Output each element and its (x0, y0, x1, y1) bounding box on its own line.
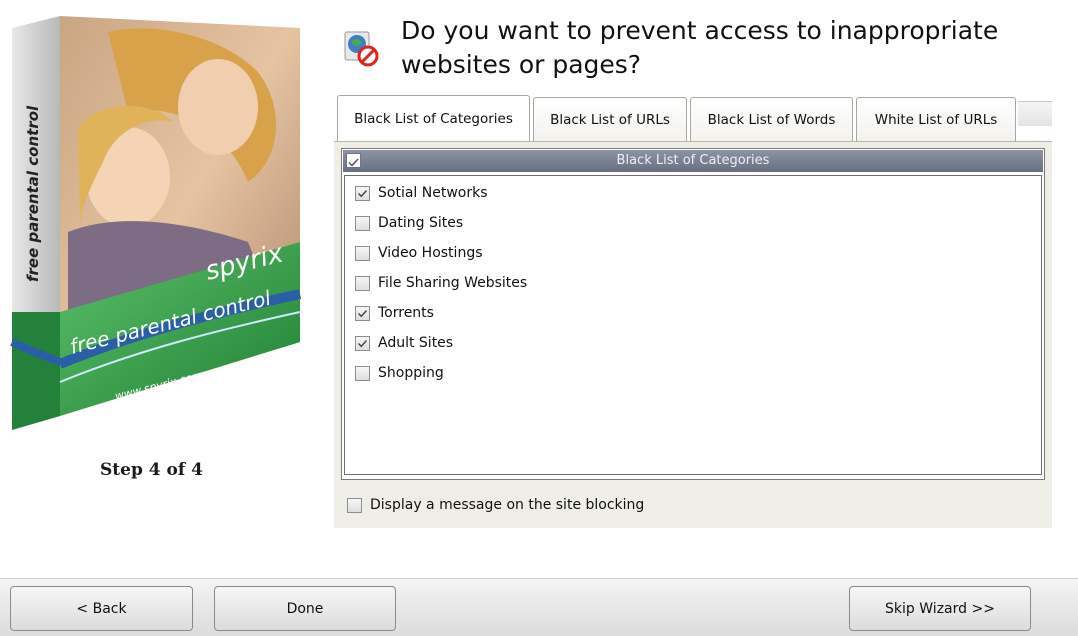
tab-black-list-categories[interactable]: Black List of Categories (337, 95, 530, 142)
item-checkbox[interactable] (355, 185, 370, 201)
item-label: Dating Sites (378, 215, 464, 231)
list-item[interactable]: File Sharing Websites (355, 273, 527, 293)
item-checkbox[interactable] (355, 215, 370, 231)
item-label: Adult Sites (378, 335, 454, 351)
list-item[interactable]: Sotial Networks (355, 183, 488, 203)
skip-wizard-button[interactable]: Skip Wizard >> (849, 586, 1031, 631)
item-checkbox[interactable] (355, 275, 370, 291)
display-message-label: Display a message on the site blocking (370, 497, 645, 513)
tab-divider (334, 141, 1052, 142)
skip-wizard-button-label: Skip Wizard >> (885, 600, 995, 617)
page-title: Do you want to prevent access to inappro… (401, 16, 999, 79)
tab-strip-filler (1018, 101, 1052, 126)
step-label: Step 4 of 4 (100, 460, 203, 480)
select-all-checkbox[interactable] (346, 153, 361, 168)
list-item[interactable]: Dating Sites (355, 213, 463, 233)
display-message-option[interactable]: Display a message on the site blocking (347, 494, 644, 516)
item-label: Shopping (378, 365, 444, 381)
item-checkbox[interactable] (355, 365, 370, 381)
list-item[interactable]: Shopping (355, 363, 444, 383)
back-button[interactable]: < Back (10, 586, 193, 631)
blocked-globe-icon (343, 28, 381, 68)
list-header: Black List of Categories (343, 150, 1043, 172)
done-button-label: Done (286, 600, 324, 617)
tab-black-list-words[interactable]: Black List of Words (690, 97, 853, 141)
tab-label: Black List of Categories (354, 111, 513, 127)
item-checkbox[interactable] (355, 305, 370, 321)
back-button-label: < Back (76, 600, 127, 617)
list-item[interactable]: Video Hostings (355, 243, 483, 263)
box-side-text: free parental control (24, 105, 42, 282)
done-button[interactable]: Done (214, 586, 396, 631)
list-item[interactable]: Adult Sites (355, 333, 453, 353)
list-item[interactable]: Torrents (355, 303, 434, 323)
tab-label: White List of URLs (874, 111, 998, 128)
item-label: Video Hostings (378, 245, 483, 261)
list-header-label: Black List of Categories (616, 153, 770, 168)
tab-label: Black List of Words (707, 111, 836, 128)
item-label: File Sharing Websites (378, 275, 528, 291)
item-label: Torrents (378, 305, 434, 321)
tab-white-list-urls[interactable]: White List of URLs (856, 97, 1016, 141)
item-checkbox[interactable] (355, 335, 370, 351)
tab-label: Black List of URLs (550, 111, 670, 128)
product-box-image: free parental control spyrix free parent… (8, 12, 308, 432)
tab-black-list-urls[interactable]: Black List of URLs (533, 97, 687, 141)
item-checkbox[interactable] (355, 245, 370, 261)
item-label: Sotial Networks (378, 185, 488, 201)
display-message-checkbox[interactable] (347, 497, 362, 513)
